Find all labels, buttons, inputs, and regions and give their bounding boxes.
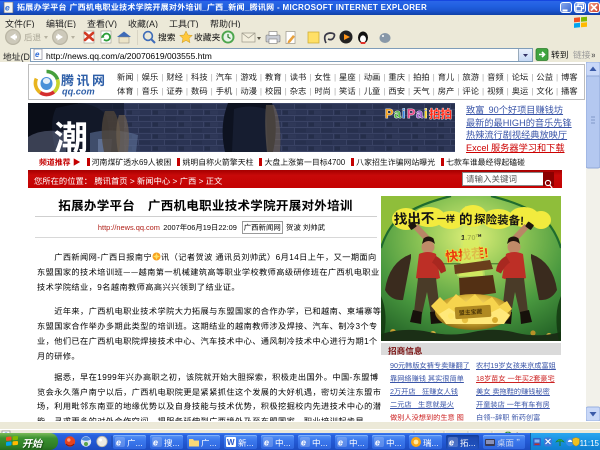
svg-text:e: e xyxy=(153,437,158,447)
svg-text:e: e xyxy=(449,437,454,447)
svg-text:P: P xyxy=(385,103,393,122)
svg-text:后退: 后退 xyxy=(24,32,42,44)
svg-text:e: e xyxy=(264,437,269,447)
svg-text:链接: 链接 xyxy=(573,48,591,61)
svg-text:收藏夹: 收藏夹 xyxy=(194,31,221,44)
svg-text:e: e xyxy=(5,3,10,13)
svg-text:i: i xyxy=(402,103,405,122)
svg-text:»: » xyxy=(591,48,595,61)
svg-text:a: a xyxy=(416,103,424,122)
svg-text:潮: 潮 xyxy=(54,111,88,152)
svg-text:盟主宝藏: 盟主宝藏 xyxy=(459,306,483,317)
svg-text:P: P xyxy=(407,103,415,122)
svg-text:的: 的 xyxy=(459,208,473,228)
svg-text:一样: 一样 xyxy=(437,212,455,225)
svg-text:探险装备!: 探险装备! xyxy=(474,211,524,229)
svg-text:a: a xyxy=(394,103,402,122)
svg-text:拍拍: 拍拍 xyxy=(429,106,452,122)
svg-text:e: e xyxy=(338,437,343,447)
svg-text:i: i xyxy=(424,103,427,122)
svg-text:e: e xyxy=(35,49,40,60)
svg-text:e: e xyxy=(375,437,380,447)
svg-text:e: e xyxy=(116,437,121,447)
svg-text:qq.com: qq.com xyxy=(62,84,95,98)
svg-text:搜索: 搜索 xyxy=(158,31,176,44)
svg-text:e: e xyxy=(301,437,306,447)
svg-text:转到: 转到 xyxy=(551,48,569,61)
svg-text:W: W xyxy=(227,437,235,447)
